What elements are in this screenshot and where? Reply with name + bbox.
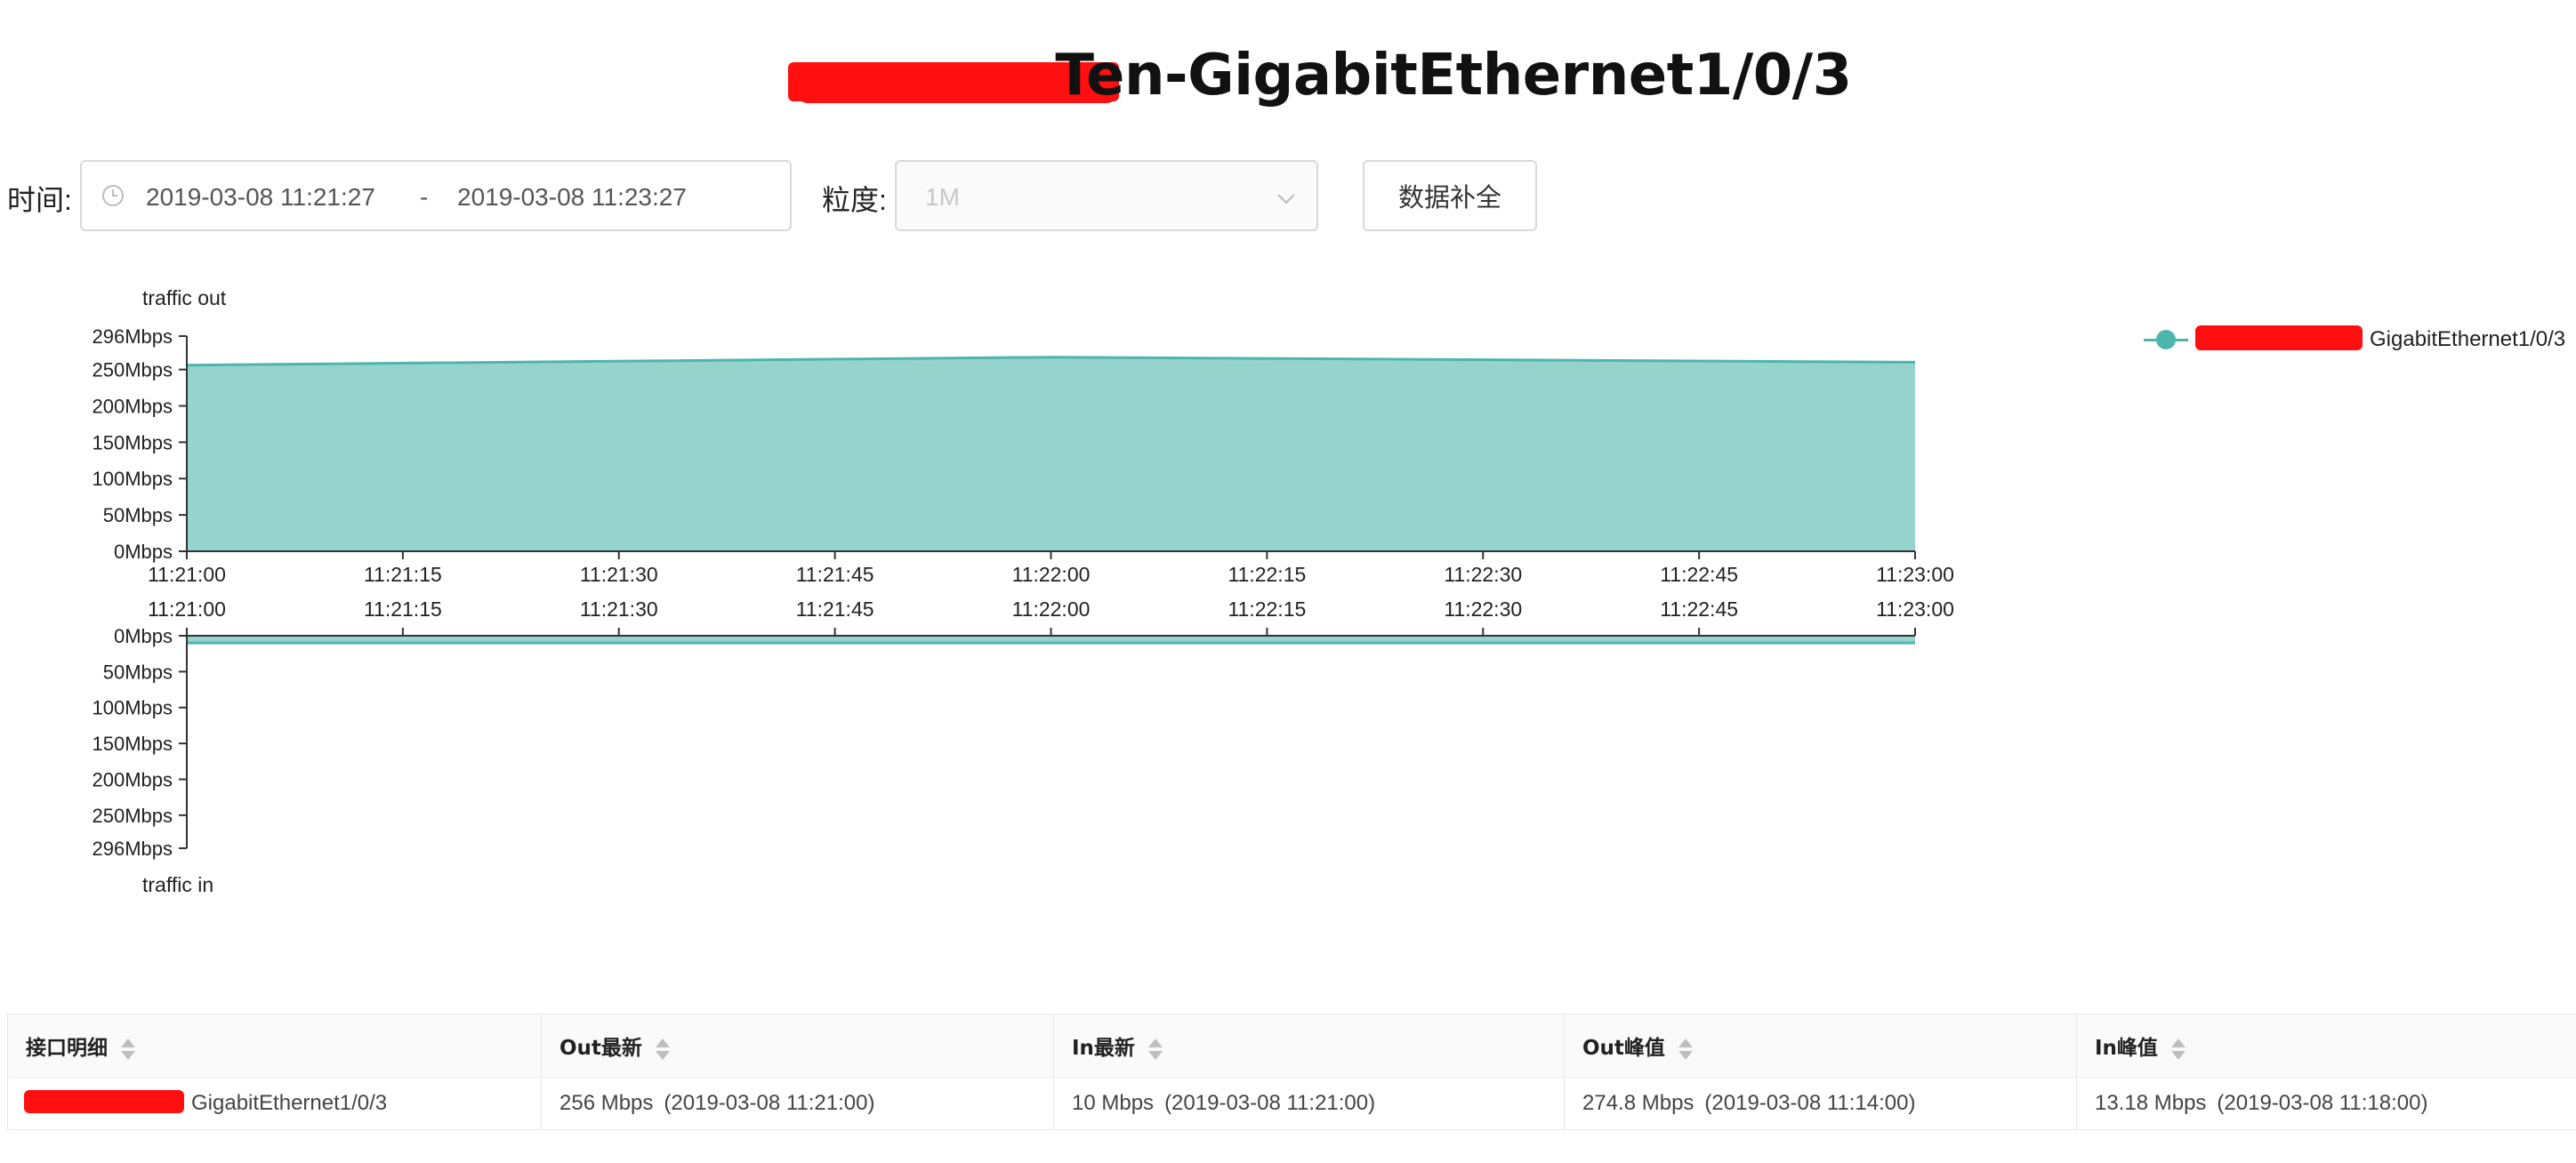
x-tick-label: 11:21:15 [364,598,442,621]
cell-out-latest: 256 Mbps (2019-03-08 11:21:00) [541,1077,1054,1130]
y-tick-label: 150Mbps [92,733,173,755]
interface-detail-table: 接口明细 Out最新 In最新 Out峰值 In峰值 GigabitEthern… [7,1014,2576,1130]
column-header-interface[interactable]: 接口明细 [7,1014,542,1078]
out-peak-value: 274.8 Mbps [1582,1091,1695,1115]
sort-icon[interactable] [655,1038,671,1061]
y-tick-label: 200Mbps [92,768,173,790]
x-tick-label: 11:22:30 [1444,563,1522,586]
in-latest-value: 10 Mbps [1072,1091,1155,1115]
column-header-label: In峰值 [2095,1037,2158,1060]
column-header-label: 接口明细 [26,1037,108,1060]
x-tick-label: 11:22:45 [1660,563,1738,586]
y-tick-label: 296Mbps [92,325,173,348]
x-tick-label: 11:21:45 [796,563,874,586]
y-tick-label: 100Mbps [92,697,173,719]
y-tick-label: 50Mbps [103,661,173,683]
clock-icon [102,185,124,206]
in-peak-value: 13.18 Mbps [2095,1091,2207,1115]
x-tick-label: 11:22:00 [1012,598,1091,621]
time-label: 时间: [7,184,72,216]
y-tick-label: 0Mbps [114,625,173,647]
y-tick-label: 296Mbps [92,838,173,860]
x-tick-label: 11:21:30 [580,563,658,586]
cell-out-peak: 274.8 Mbps (2019-03-08 11:14:00) [1564,1077,2077,1130]
redaction-mark [24,1090,184,1113]
legend-label: GigabitEthernet1/0/3 [2370,327,2566,351]
y-tick-label: 200Mbps [92,395,173,417]
x-tick-label: 11:21:15 [364,563,442,586]
cell-in-peak: 13.18 Mbps (2019-03-08 11:18:00) [2076,1077,2576,1130]
y-tick-label: 100Mbps [92,468,173,490]
y-tick-label: 0Mbps [114,541,173,563]
chevron-down-icon [1277,194,1295,205]
y-tick-label: 150Mbps [92,431,173,453]
sort-icon[interactable] [120,1038,136,1061]
in-peak-time: (2019-03-08 11:18:00) [2217,1091,2428,1115]
x-tick-label: 11:21:00 [148,598,226,621]
chart-legend[interactable]: GigabitEthernet1/0/3 [2144,322,2565,357]
cell-interface: GigabitEthernet1/0/3 [7,1077,542,1130]
x-tick-label: 11:23:00 [1876,598,1954,621]
time-range-picker[interactable]: 2019-03-08 11:21:27 - 2019-03-08 11:23:2… [80,160,792,231]
column-header-in-latest[interactable]: In最新 [1053,1014,1565,1078]
time-end-value[interactable]: 2019-03-08 11:23:27 [457,183,687,212]
page-title: Ten-GigabitEthernet1/0/3 [1055,43,1852,108]
x-tick-label: 11:21:00 [148,563,226,586]
granularity-value: 1M [925,183,960,211]
area-fill [187,357,1915,551]
column-header-out-latest[interactable]: Out最新 [541,1014,1054,1078]
traffic-chart: 0Mbps 50Mbps 100Mbps 150Mbps 200Mbps 250Mbps 2… [92,286,1954,896]
x-tick-label: 11:22:30 [1444,598,1522,621]
column-header-out-peak[interactable]: Out峰值 [1564,1014,2077,1078]
column-header-label: Out峰值 [1582,1037,1665,1060]
time-separator: - [420,183,429,211]
column-header-in-peak[interactable]: In峰值 [2076,1014,2576,1078]
table-row[interactable]: GigabitEthernet1/0/3 256 Mbps (2019-03-08… [7,1077,2576,1130]
time-start-value[interactable]: 2019-03-08 11:21:27 [146,183,375,212]
out-latest-value: 256 Mbps [559,1091,654,1115]
granularity-label: 粒度: [822,184,887,216]
axis-title: traffic out [142,286,227,309]
y-tick-label: 250Mbps [92,359,173,381]
column-header-label: Out最新 [559,1037,642,1060]
in-latest-time: (2019-03-08 11:21:00) [1164,1091,1376,1115]
interface-name: GigabitEthernet1/0/3 [191,1091,388,1115]
sort-icon[interactable] [1147,1038,1163,1061]
x-tick-label: 11:23:00 [1876,563,1954,586]
sort-icon[interactable] [1678,1038,1694,1061]
x-tick-label: 11:22:15 [1228,598,1306,621]
x-tick-label: 11:22:00 [1012,563,1091,586]
granularity-select[interactable]: 1M [895,160,1318,231]
out-peak-time: (2019-03-08 11:14:00) [1704,1091,1916,1115]
data-supplement-button[interactable]: 数据补全 [1363,160,1537,231]
axis-title: traffic in [142,873,213,896]
legend-marker [2144,329,2188,349]
y-tick-label: 50Mbps [103,504,173,526]
y-tick-label: 250Mbps [92,805,173,827]
x-tick-label: 11:21:45 [796,598,874,621]
sort-icon[interactable] [2170,1038,2186,1061]
x-tick-label: 11:22:15 [1228,563,1306,586]
x-tick-label: 11:22:45 [1660,598,1738,621]
cell-in-latest: 10 Mbps (2019-03-08 11:21:00) [1053,1077,1565,1130]
out-latest-time: (2019-03-08 11:21:00) [664,1091,875,1115]
redaction-mark [2195,325,2363,350]
x-tick-label: 11:21:30 [580,598,658,621]
column-header-label: In最新 [1072,1037,1135,1060]
table-header-row: 接口明细 Out最新 In最新 Out峰值 In峰值 [7,1014,2576,1078]
